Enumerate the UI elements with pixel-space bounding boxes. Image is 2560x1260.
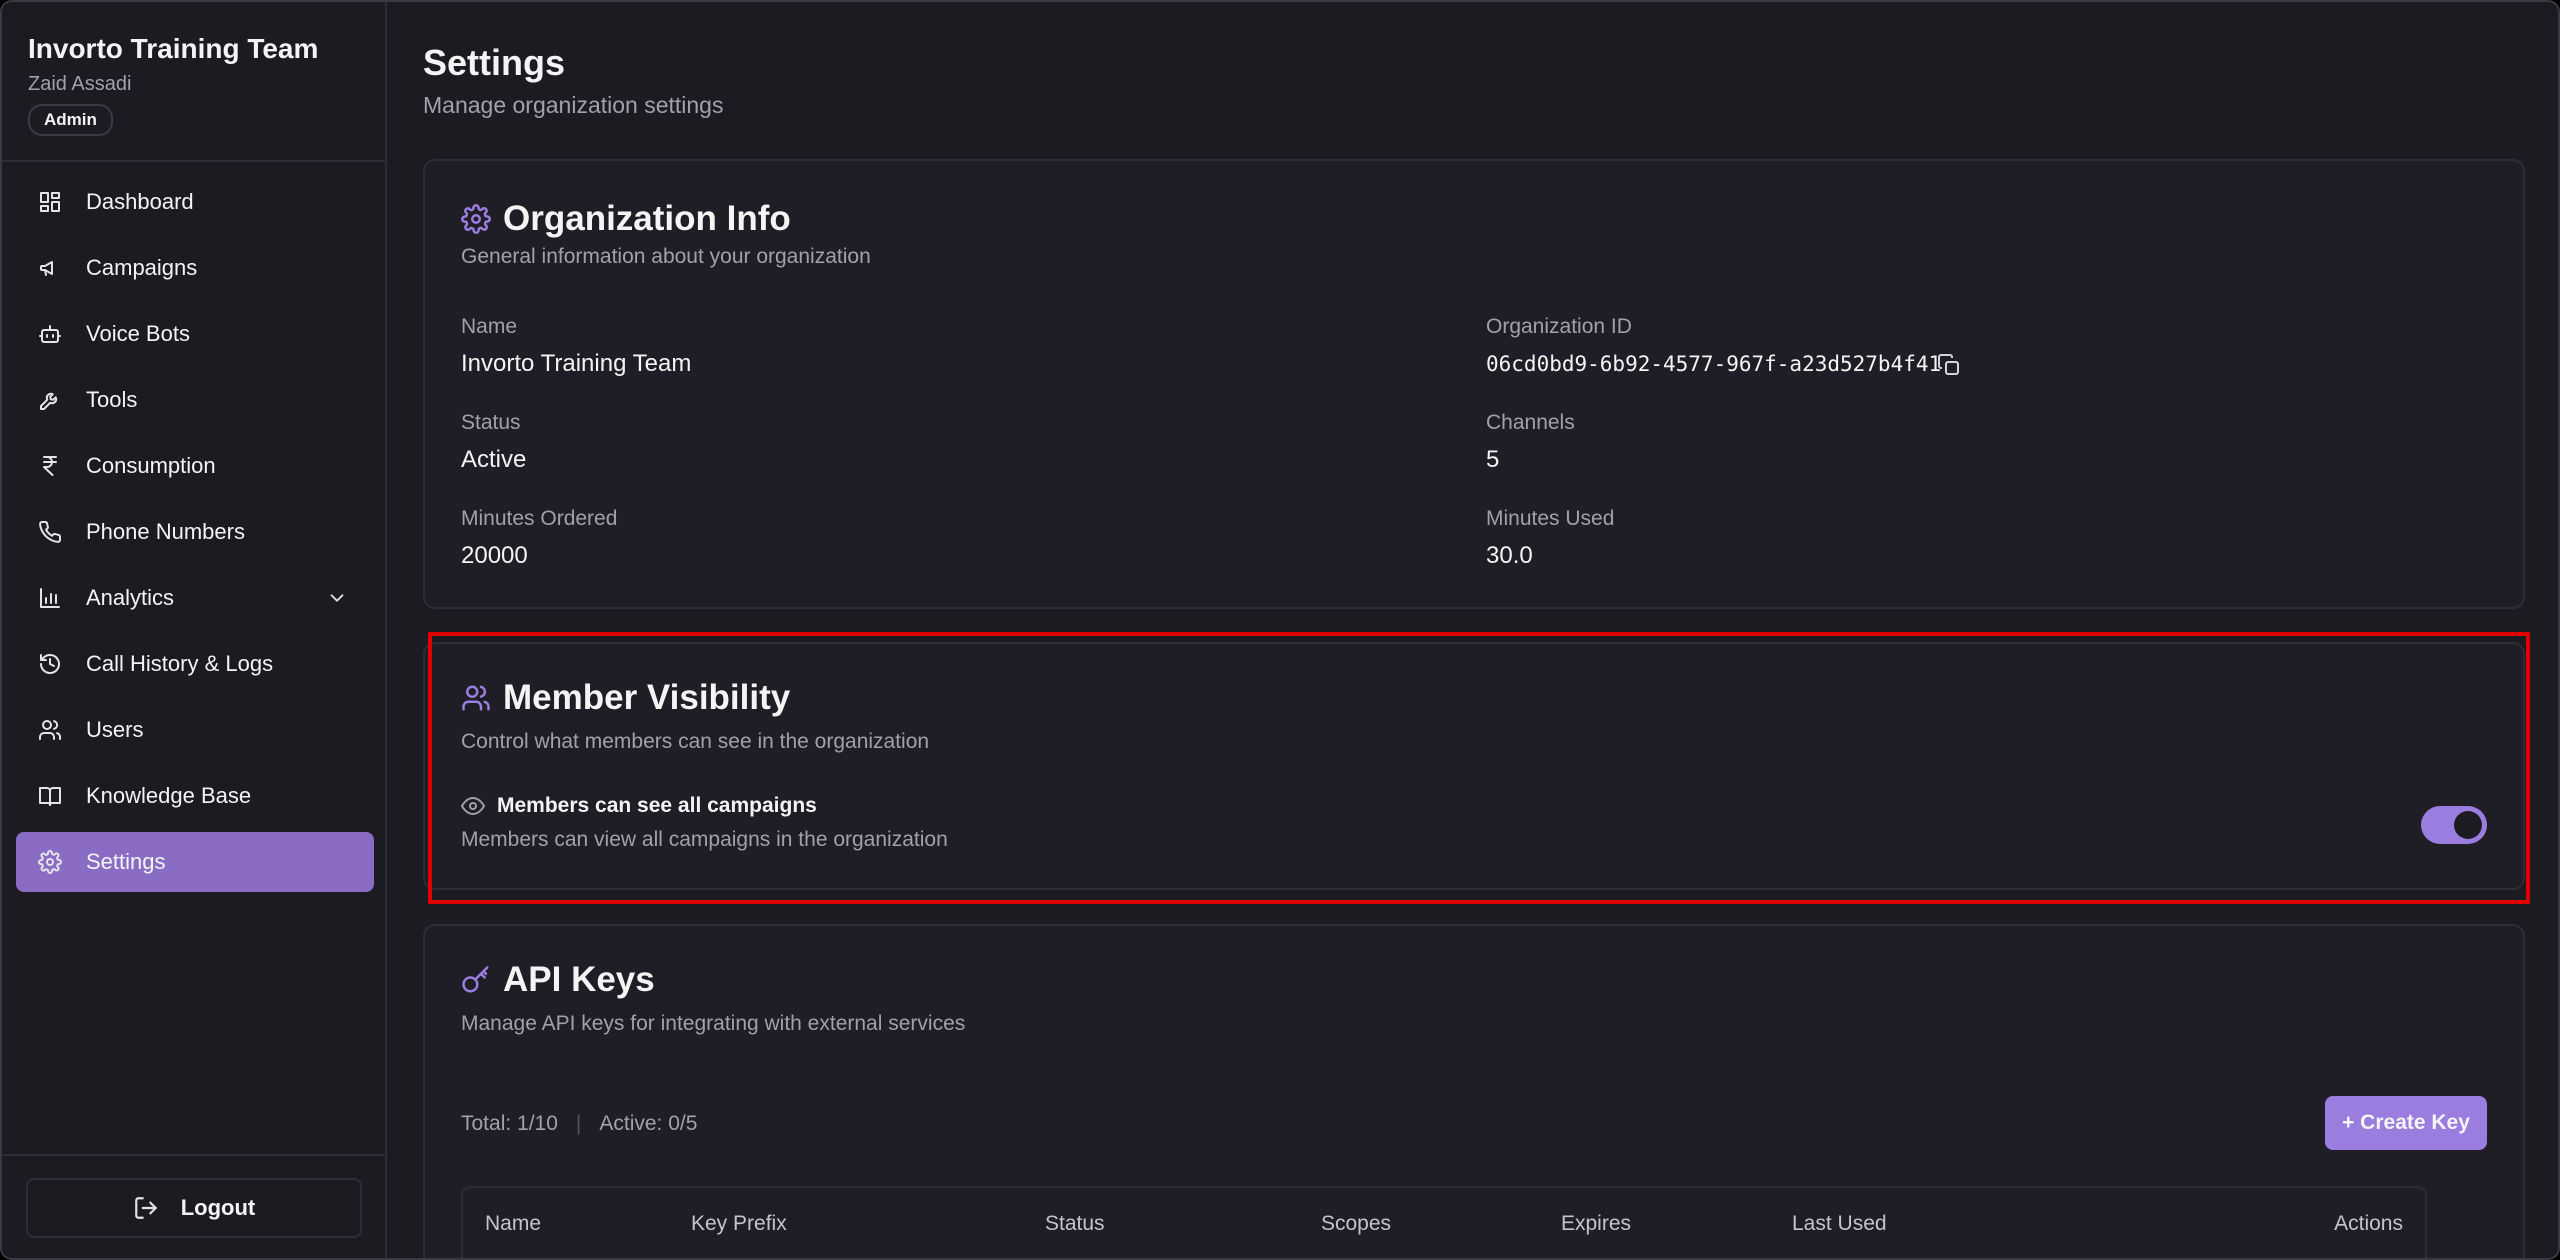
phone-icon	[39, 520, 62, 543]
sidebar-nav: Dashboard Campaigns Voice Bots Tools Con…	[16, 172, 374, 898]
rupee-icon	[43, 456, 57, 476]
sidebar-item-campaigns[interactable]: Campaigns	[16, 238, 374, 298]
minutes-used-label: Minutes Used	[1486, 507, 1615, 530]
total-count: Total: 1/10	[461, 1112, 558, 1135]
api-keys-header: API Keys	[461, 960, 655, 1000]
channels-value: 5	[1486, 446, 1500, 473]
main-content: Settings Manage organization settings Or…	[389, 2, 2558, 1258]
sidebar-item-label: Campaigns	[86, 255, 198, 280]
stats-separator: |	[575, 1112, 582, 1135]
megaphone-icon	[40, 261, 53, 276]
user-name: Zaid Assadi	[28, 73, 132, 95]
sidebar-item-label: Analytics	[86, 585, 175, 610]
name-value: Invorto Training Team	[461, 350, 692, 377]
name-label: Name	[461, 315, 518, 338]
channels-label: Channels	[1486, 411, 1575, 434]
logout-icon	[134, 1197, 157, 1219]
column-header-last-used[interactable]: Last Used	[1792, 1212, 1887, 1236]
chevron-down-icon[interactable]	[326, 587, 348, 609]
bot-icon	[39, 325, 61, 343]
column-header-status[interactable]: Status	[1045, 1212, 1105, 1236]
page-subtitle: Manage organization settings	[423, 92, 724, 118]
sidebar-item-settings[interactable]: Settings	[16, 832, 374, 892]
org-info-header: Organization Info	[461, 199, 791, 239]
bar-chart-icon	[40, 588, 60, 608]
org-id-value: 06cd0bd9-6b92-4577-967f-a23d527b4f41	[1486, 352, 1942, 376]
sidebar-item-label: Knowledge Base	[86, 783, 252, 808]
sidebar-item-label: Dashboard	[86, 189, 194, 214]
wrench-icon	[40, 392, 58, 410]
column-header-expires[interactable]: Expires	[1561, 1212, 1631, 1236]
org-name: Invorto Training Team	[28, 33, 319, 64]
app-window: Invorto Training Team Zaid Assadi Admin …	[0, 0, 2560, 1260]
sidebar-item-consumption[interactable]: Consumption	[16, 436, 374, 496]
gear-icon	[461, 204, 491, 234]
org-info-title: Organization Info	[503, 199, 791, 238]
book-icon	[39, 787, 61, 806]
logout-label: Logout	[180, 1195, 256, 1220]
minutes-used-value: 30.0	[1486, 542, 1533, 569]
org-info-subtitle: General information about your organizat…	[461, 245, 871, 268]
sidebar: Invorto Training Team Zaid Assadi Admin …	[2, 2, 387, 1258]
api-keys-stats: Total: 1/10 | Active: 0/5	[461, 1112, 697, 1136]
column-header-name[interactable]: Name	[485, 1212, 541, 1236]
org-id-label: Organization ID	[1486, 315, 1632, 338]
sidebar-item-label: Users	[86, 717, 144, 742]
history-icon	[40, 654, 60, 674]
org-info-card: Organization Info General information ab…	[423, 159, 2525, 609]
dashboard-icon	[40, 192, 60, 212]
sidebar-item-call-history[interactable]: Call History & Logs	[16, 634, 374, 694]
column-header-key-prefix[interactable]: Key Prefix	[691, 1212, 787, 1236]
page-title: Settings	[423, 42, 566, 83]
column-header-actions[interactable]: Actions	[2334, 1212, 2403, 1236]
sidebar-item-label: Phone Numbers	[86, 519, 245, 544]
logout-button[interactable]: Logout	[26, 1178, 362, 1238]
active-count: Active: 0/5	[599, 1112, 698, 1135]
sidebar-item-label: Call History & Logs	[86, 651, 274, 676]
sidebar-item-phone-numbers[interactable]: Phone Numbers	[16, 502, 374, 562]
minutes-ordered-label: Minutes Ordered	[461, 507, 618, 530]
org-header: Invorto Training Team Zaid Assadi Admin	[2, 2, 385, 162]
key-icon	[462, 966, 489, 993]
gear-icon	[38, 850, 62, 874]
create-key-button[interactable]: + Create Key	[2325, 1096, 2487, 1150]
sidebar-item-voice-bots[interactable]: Voice Bots	[16, 304, 374, 364]
status-value: Active	[461, 446, 527, 473]
users-icon	[39, 720, 62, 740]
sidebar-item-analytics[interactable]: Analytics	[16, 568, 374, 628]
sidebar-item-dashboard[interactable]: Dashboard	[16, 172, 374, 232]
sidebar-item-tools[interactable]: Tools	[16, 370, 374, 430]
sidebar-item-knowledge-base[interactable]: Knowledge Base	[16, 766, 374, 826]
sidebar-item-label: Tools	[86, 387, 138, 412]
logout-area: Logout	[2, 1154, 387, 1258]
minutes-ordered-value: 20000	[461, 542, 528, 569]
column-header-scopes[interactable]: Scopes	[1321, 1212, 1391, 1236]
sidebar-item-label: Settings	[86, 849, 166, 874]
status-label: Status	[461, 411, 521, 434]
api-keys-card: API Keys Manage API keys for integrating…	[423, 924, 2525, 1258]
api-keys-subtitle: Manage API keys for integrating with ext…	[461, 1012, 966, 1035]
sidebar-item-label: Consumption	[86, 453, 216, 478]
sidebar-item-users[interactable]: Users	[16, 700, 374, 760]
copy-icon[interactable]	[1937, 353, 1961, 377]
highlight-box	[428, 632, 2530, 904]
api-keys-table: Name Key Prefix Status Scopes Expires La…	[461, 1186, 2427, 1258]
role-badge: Admin	[28, 104, 113, 136]
api-keys-title: API Keys	[503, 960, 655, 999]
sidebar-item-label: Voice Bots	[86, 321, 190, 346]
